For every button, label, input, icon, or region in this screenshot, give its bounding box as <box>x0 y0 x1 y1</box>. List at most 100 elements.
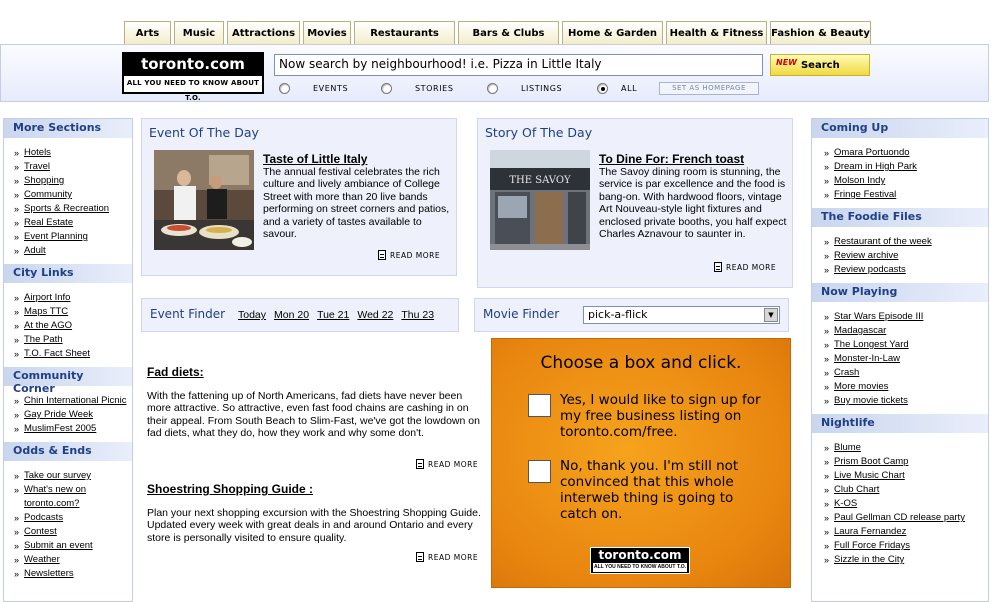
link-longest-yard[interactable]: The Longest Yard <box>834 339 909 350</box>
link-submit-event[interactable]: Submit an event <box>24 540 93 551</box>
link-real-estate[interactable]: Real Estate <box>24 217 73 228</box>
tab-health-fitness[interactable]: Health & Fitness <box>666 21 767 45</box>
radio-events[interactable]: EVENTS <box>279 83 348 94</box>
link-whats-new[interactable]: What's new on toronto.com? <box>24 484 86 509</box>
search-button[interactable]: NEW Search <box>770 54 870 76</box>
link-fact-sheet[interactable]: T.O. Fact Sheet <box>24 348 90 359</box>
link-weather[interactable]: Weather <box>24 554 60 565</box>
checkbox[interactable] <box>528 460 551 483</box>
link-omara[interactable]: Omara Portuondo <box>834 147 910 158</box>
link-event-planning[interactable]: Event Planning <box>24 231 88 242</box>
fad-diets-read-more[interactable]: READ MORE <box>416 459 478 469</box>
list-item: The Longest Yard <box>824 338 988 352</box>
event-read-more[interactable]: READ MORE <box>378 250 440 260</box>
link-laura-fernandez[interactable]: Laura Fernandez <box>834 526 906 537</box>
story-title-link[interactable]: To Dine For: French toast <box>599 152 744 166</box>
event-of-the-day: Event Of The Day Taste of Little Italy T… <box>141 118 457 276</box>
story-photo[interactable]: THE SAVOY <box>490 150 590 250</box>
link-molson-indy[interactable]: Molson Indy <box>834 175 885 186</box>
link-buy-tickets[interactable]: Buy movie tickets <box>834 395 908 406</box>
link-travel[interactable]: Travel <box>24 161 50 172</box>
link-crash[interactable]: Crash <box>834 367 859 378</box>
link-airport[interactable]: Airport Info <box>24 292 70 303</box>
tab-music[interactable]: Music <box>174 21 224 45</box>
tab-fashion-beauty[interactable]: Fashion & Beauty <box>770 21 871 45</box>
list-item: Shopping <box>14 174 132 188</box>
link-paul-gellman[interactable]: Paul Gellman CD release party <box>834 512 965 523</box>
day-link-wed[interactable]: Wed 22 <box>357 309 393 321</box>
radio-all[interactable]: ALL <box>597 83 637 94</box>
link-dream-high-park[interactable]: Dream in High Park <box>834 161 917 172</box>
link-podcasts[interactable]: Podcasts <box>24 512 63 523</box>
tab-movies[interactable]: Movies <box>303 21 351 45</box>
list-item: Buy movie tickets <box>824 394 988 408</box>
day-link-thu[interactable]: Thu 23 <box>401 309 434 321</box>
ad-option-text: No, thank you. I'm still not convinced t… <box>560 458 739 522</box>
link-gay-pride[interactable]: Gay Pride Week <box>24 409 93 420</box>
link-community[interactable]: Community <box>24 189 72 200</box>
tab-bars-clubs[interactable]: Bars & Clubs <box>458 21 559 45</box>
movie-select[interactable]: pick-a-flick ▼ <box>583 306 780 324</box>
search-input[interactable]: Now search by neighbourhood! i.e. Pizza … <box>274 54 763 76</box>
link-adult[interactable]: Adult <box>24 245 46 256</box>
tab-restaurants[interactable]: Restaurants <box>354 21 455 45</box>
link-muslimfest[interactable]: MuslimFest 2005 <box>24 423 96 434</box>
link-restaurant-week[interactable]: Restaurant of the week <box>834 236 932 247</box>
link-star-wars[interactable]: Star Wars Episode III <box>834 311 923 322</box>
link-blume[interactable]: Blume <box>834 442 861 453</box>
link-prism[interactable]: Prism Boot Camp <box>834 456 908 467</box>
link-contest[interactable]: Contest <box>24 526 57 537</box>
event-title-link[interactable]: Taste of Little Italy <box>263 152 367 166</box>
event-photo[interactable] <box>154 150 254 250</box>
link-ago[interactable]: At the AGO <box>24 320 72 331</box>
more-sections-list: Hotels Travel Shopping Community Sports … <box>4 138 132 264</box>
tab-home-garden[interactable]: Home & Garden <box>562 21 663 45</box>
link-maps[interactable]: Maps TTC <box>24 306 68 317</box>
radio-listings[interactable]: LISTINGS <box>487 83 562 94</box>
link-madagascar[interactable]: Madagascar <box>834 325 886 336</box>
link-hotels[interactable]: Hotels <box>24 147 51 158</box>
ad-option-no[interactable]: No, thank you. I'm still not convinced t… <box>528 458 770 522</box>
article-title-link[interactable]: Shoestring Shopping Guide : <box>147 482 482 496</box>
list-item: T.O. Fact Sheet <box>14 347 132 361</box>
site-logo[interactable]: toronto.com ALL YOU NEED TO KNOW ABOUT T… <box>122 52 264 102</box>
link-chin-picnic[interactable]: Chin International Picnic <box>24 395 126 406</box>
radio-label: LISTINGS <box>521 84 563 93</box>
link-path[interactable]: The Path <box>24 334 63 345</box>
shoestring-read-more[interactable]: READ MORE <box>416 552 478 562</box>
list-item: K-OS <box>824 497 988 511</box>
checkbox[interactable] <box>528 394 551 417</box>
link-newsletters[interactable]: Newsletters <box>24 568 74 579</box>
ad-option-yes[interactable]: Yes, I would like to sign up for my free… <box>528 392 770 440</box>
link-full-force[interactable]: Full Force Fridays <box>834 540 910 551</box>
link-survey[interactable]: Take our survey <box>24 470 91 481</box>
link-review-archive[interactable]: Review archive <box>834 250 898 261</box>
list-item: Contest <box>14 525 132 539</box>
tab-attractions[interactable]: Attractions <box>227 21 300 45</box>
tab-arts[interactable]: Arts <box>124 21 171 45</box>
link-sports[interactable]: Sports & Recreation <box>24 203 109 214</box>
story-read-more[interactable]: READ MORE <box>714 262 776 272</box>
list-item: Club Chart <box>824 483 988 497</box>
list-item: What's new on toronto.com? <box>14 483 132 511</box>
radio-label: STORIES <box>415 84 454 93</box>
event-finder-heading: Event Finder <box>150 307 226 321</box>
article-title-link[interactable]: Fad diets: <box>147 365 482 379</box>
radio-stories[interactable]: STORIES <box>381 83 454 94</box>
link-live-music-chart[interactable]: Live Music Chart <box>834 470 905 481</box>
chevron-down-icon[interactable]: ▼ <box>764 308 778 322</box>
day-link-mon[interactable]: Mon 20 <box>274 309 309 321</box>
link-monster-in-law[interactable]: Monster-In-Law <box>834 353 900 364</box>
link-k-os[interactable]: K-OS <box>834 498 857 509</box>
link-more-movies[interactable]: More movies <box>834 381 888 392</box>
day-link-today[interactable]: Today <box>238 309 266 321</box>
link-sizzle[interactable]: Sizzle in the City <box>834 554 904 565</box>
link-shopping[interactable]: Shopping <box>24 175 64 186</box>
day-link-tue[interactable]: Tue 21 <box>317 309 349 321</box>
business-listing-ad[interactable]: Choose a box and click. Yes, I would lik… <box>491 338 791 588</box>
link-review-podcasts[interactable]: Review podcasts <box>834 264 906 275</box>
ad-logo-name: toronto.com <box>598 548 682 562</box>
set-homepage-button[interactable]: SET AS HOMEPAGE <box>659 82 759 95</box>
link-club-chart[interactable]: Club Chart <box>834 484 879 495</box>
link-fringe[interactable]: Fringe Festival <box>834 189 896 200</box>
